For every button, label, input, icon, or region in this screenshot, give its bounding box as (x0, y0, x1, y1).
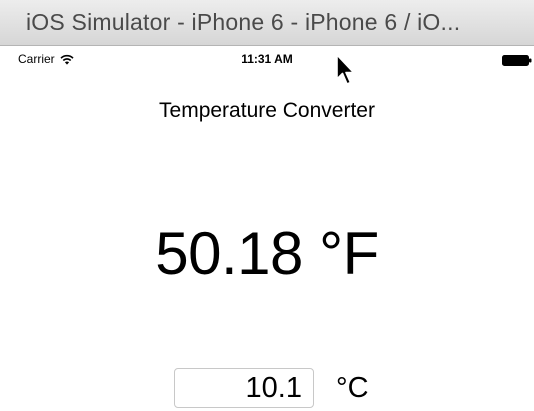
fahrenheit-result: 50.18 °F (155, 220, 379, 287)
battery-icon (502, 55, 532, 66)
celsius-input-row: °C (174, 368, 369, 408)
status-bar: Carrier 11:31 AM (0, 46, 534, 76)
window-titlebar[interactable]: iOS Simulator - iPhone 6 - iPhone 6 / iO… (0, 0, 534, 46)
simulator-screen: iOS Simulator - iPhone 6 - iPhone 6 / iO… (0, 0, 534, 411)
celsius-unit-label: °C (336, 371, 369, 404)
celsius-input[interactable] (174, 368, 314, 408)
status-time: 11:31 AM (241, 52, 293, 66)
app-title: Temperature Converter (159, 99, 375, 122)
window-title: iOS Simulator - iPhone 6 - iPhone 6 / iO… (26, 9, 461, 35)
mouse-cursor-icon (336, 54, 355, 85)
